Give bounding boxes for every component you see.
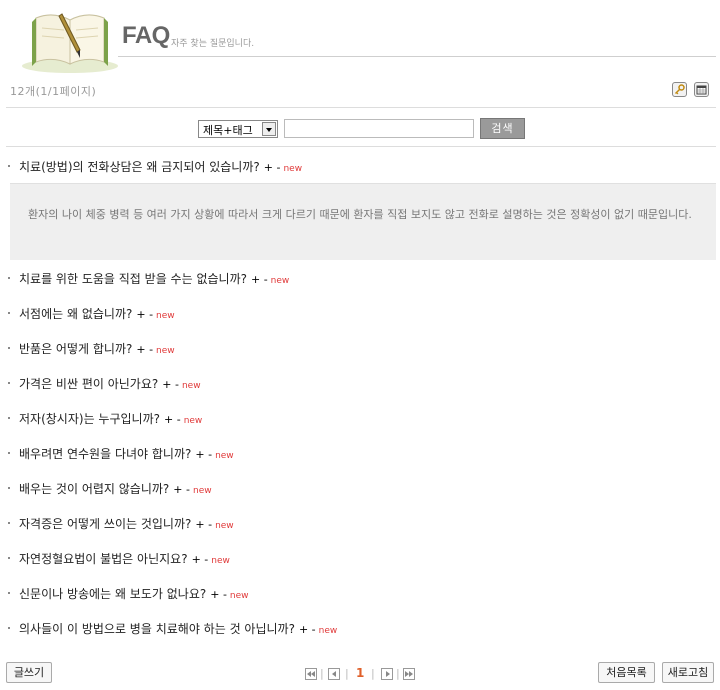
calendar-icon[interactable] — [694, 82, 709, 97]
refresh-button[interactable]: 새로고침 — [662, 662, 714, 683]
first-list-button[interactable]: 처음목록 — [598, 662, 655, 683]
expand-collapse-toggle[interactable]: + - — [251, 273, 268, 286]
faq-question-text[interactable]: 저자(창시자)는 누구입니까? — [19, 412, 160, 426]
faq-question-row[interactable]: 배우는 것이 어렵지 않습니까? + - new — [8, 480, 212, 497]
faq-question-text[interactable]: 의사들이 이 방법으로 병을 치료해야 하는 것 아닙니까? — [19, 622, 295, 636]
faq-question-row[interactable]: 가격은 비싼 편이 아닌가요? + - new — [8, 375, 201, 392]
search-button[interactable]: 검색 — [480, 118, 525, 139]
faq-question-row[interactable]: 자연정혈요법이 불법은 아닌지요? + - new — [8, 550, 230, 567]
page-title: FAQ — [122, 22, 170, 49]
new-badge: new — [181, 381, 201, 391]
expand-collapse-toggle[interactable]: + - — [136, 308, 153, 321]
search-field-select-value: 제목+태그 — [203, 124, 253, 137]
faq-answer: 환자의 나이 체중 병력 등 여러 가지 상황에 따라서 크게 다르기 때문에 … — [10, 183, 716, 260]
new-badge: new — [283, 164, 303, 174]
expand-collapse-toggle[interactable]: + - — [195, 518, 212, 531]
search-field-select[interactable]: 제목+태그 — [198, 120, 278, 138]
expand-collapse-toggle[interactable]: + - — [210, 588, 227, 601]
expand-collapse-toggle[interactable]: + - — [192, 553, 209, 566]
new-badge: new — [211, 556, 230, 566]
bullet-icon — [8, 486, 10, 489]
faq-question-row[interactable]: 저자(창시자)는 누구입니까? + - new — [8, 410, 202, 427]
last-page-icon[interactable] — [403, 668, 415, 680]
prev-page-icon[interactable] — [328, 668, 340, 680]
bullet-icon — [8, 521, 10, 524]
bullet-icon — [8, 556, 10, 559]
chevron-down-icon[interactable] — [262, 122, 276, 136]
write-button[interactable]: 글쓰기 — [6, 662, 52, 683]
faq-question-text[interactable]: 반품은 어떻게 합니까? — [19, 342, 132, 356]
new-badge: new — [183, 416, 203, 426]
key-icon[interactable] — [672, 82, 687, 97]
bullet-icon — [8, 381, 10, 384]
faq-question-row[interactable]: 자격증은 어떻게 쓰이는 것입니까? + - new — [8, 515, 234, 532]
bullet-icon — [8, 416, 10, 419]
faq-question-row[interactable]: 반품은 어떻게 합니까? + - new — [8, 340, 175, 357]
current-page-number[interactable]: 1 — [356, 666, 364, 680]
new-badge: new — [215, 521, 234, 531]
bullet-icon — [8, 276, 10, 279]
page-subtitle: 자주 찾는 질문입니다. — [171, 39, 255, 49]
expand-collapse-toggle[interactable]: + - — [264, 161, 281, 174]
faq-question-text[interactable]: 자연정혈요법이 불법은 아닌지요? — [19, 552, 188, 566]
new-badge: new — [229, 591, 249, 601]
faq-question-text[interactable]: 치료(방법)의 전화상담은 왜 금지되어 있습니까? — [19, 160, 260, 174]
pager-separator: | — [320, 667, 324, 680]
new-badge: new — [156, 311, 175, 321]
faq-question-row[interactable]: 치료를 위한 도움을 직접 받을 수는 없습니까? + - new — [8, 270, 289, 287]
faq-question-row[interactable]: 배우려면 연수원을 다녀야 합니까? + - new — [8, 445, 234, 462]
faq-answer-text: 환자의 나이 체중 병력 등 여러 가지 상황에 따라서 크게 다르기 때문에 … — [28, 208, 692, 221]
bullet-icon — [8, 626, 10, 629]
faq-question-text[interactable]: 배우는 것이 어렵지 않습니까? — [19, 482, 169, 496]
faq-question-text[interactable]: 자격증은 어떻게 쓰이는 것입니까? — [19, 517, 191, 531]
next-page-icon[interactable] — [381, 668, 393, 680]
bullet-icon — [8, 164, 10, 167]
faq-question-row[interactable]: 의사들이 이 방법으로 병을 치료해야 하는 것 아닙니까? + - new — [8, 620, 337, 637]
faq-question-row[interactable]: 치료(방법)의 전화상담은 왜 금지되어 있습니까? + - new — [8, 158, 302, 175]
faq-question-text[interactable]: 신문이나 방송에는 왜 보도가 없나요? — [19, 587, 206, 601]
new-badge: new — [156, 346, 175, 356]
bullet-icon — [8, 591, 10, 594]
faq-question-row[interactable]: 서점에는 왜 없습니까? + - new — [8, 305, 175, 322]
faq-question-text[interactable]: 배우려면 연수원을 다녀야 합니까? — [19, 447, 191, 461]
faq-question-row[interactable]: 신문이나 방송에는 왜 보도가 없나요? + - new — [8, 585, 249, 602]
faq-question-text[interactable]: 서점에는 왜 없습니까? — [19, 307, 132, 321]
header-divider — [118, 56, 716, 57]
list-count: 12개(1/1페이지) — [10, 85, 97, 98]
expand-collapse-toggle[interactable]: + - — [195, 448, 212, 461]
pager-separator: | — [396, 667, 400, 680]
expand-collapse-toggle[interactable]: + - — [136, 343, 153, 356]
faq-question-text[interactable]: 치료를 위한 도움을 직접 받을 수는 없습니까? — [19, 272, 247, 286]
expand-collapse-toggle[interactable]: + - — [164, 413, 181, 426]
bullet-icon — [8, 346, 10, 349]
search-input[interactable] — [284, 119, 474, 138]
expand-collapse-toggle[interactable]: + - — [162, 378, 179, 391]
first-page-icon[interactable] — [305, 668, 317, 680]
pager-separator: | — [371, 667, 375, 680]
new-badge: new — [270, 276, 290, 286]
new-badge: new — [318, 626, 338, 636]
bullet-icon — [8, 311, 10, 314]
bullet-icon — [8, 451, 10, 454]
new-badge: new — [215, 451, 234, 461]
faq-question-text[interactable]: 가격은 비싼 편이 아닌가요? — [19, 377, 158, 391]
expand-collapse-toggle[interactable]: + - — [173, 483, 190, 496]
pager-separator: | — [345, 667, 349, 680]
book-logo-icon — [18, 6, 122, 74]
expand-collapse-toggle[interactable]: + - — [299, 623, 316, 636]
new-badge: new — [192, 486, 212, 496]
